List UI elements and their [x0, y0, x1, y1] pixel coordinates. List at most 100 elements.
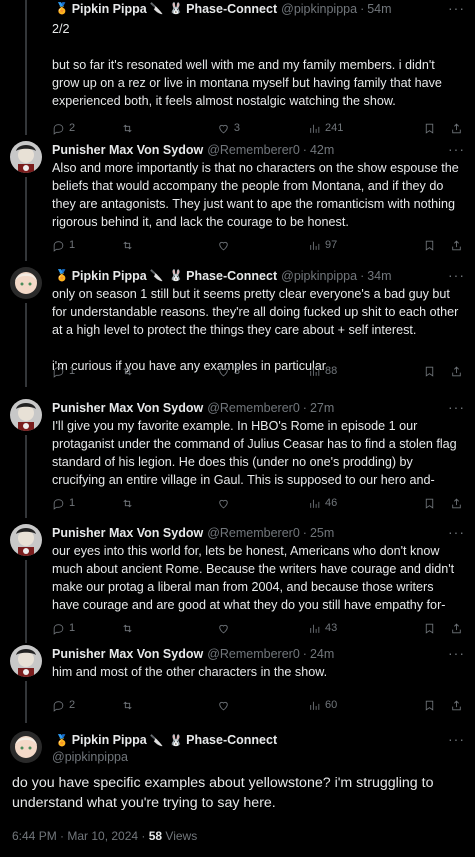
bookmark-icon — [425, 623, 434, 634]
bookmark-button[interactable] — [423, 365, 436, 378]
tweet[interactable]: Punisher Max Von Sydow @Rememberer0 · 25… — [0, 518, 475, 643]
avatar[interactable] — [10, 141, 42, 173]
timestamp[interactable]: 34m — [367, 267, 391, 285]
like-button[interactable] — [217, 497, 308, 510]
timestamp[interactable]: 27m — [310, 399, 334, 417]
tweet[interactable]: Punisher Max Von Sydow @Rememberer0 · 27… — [0, 387, 475, 518]
tweet[interactable]: Punisher Max Von Sydow @Rememberer0 · 24… — [0, 643, 475, 723]
share-button[interactable] — [450, 622, 463, 635]
timestamp[interactable]: 6:44 PM · Mar 10, 2024 · — [12, 829, 149, 843]
more-icon[interactable]: ··· — [448, 731, 465, 747]
author-name[interactable]: Pipkin Pippa — [72, 0, 147, 18]
author-handle[interactable]: @pipkinpippa — [281, 0, 357, 18]
reply-button[interactable]: 1 — [52, 497, 121, 510]
thread-line — [25, 681, 27, 723]
share-button[interactable] — [450, 497, 463, 510]
views-label: Views — [162, 829, 198, 843]
more-icon[interactable]: ··· — [448, 141, 465, 157]
avatar[interactable] — [10, 645, 42, 677]
author-name[interactable]: Punisher Max Von Sydow — [52, 141, 203, 159]
repost-icon — [123, 701, 132, 709]
views-button[interactable]: 88 — [308, 365, 423, 378]
like-button[interactable]: 3 — [217, 122, 308, 135]
avatar[interactable] — [10, 731, 42, 763]
author-name[interactable]: Punisher Max Von Sydow — [52, 524, 203, 542]
author-name[interactable]: Pipkin Pippa — [72, 267, 147, 285]
share-button[interactable] — [450, 239, 463, 252]
share-icon — [452, 366, 461, 376]
views-button[interactable]: 43 — [308, 622, 423, 635]
bookmark-button[interactable] — [423, 497, 436, 510]
author-name[interactable]: Punisher Max Von Sydow — [52, 399, 203, 417]
bookmark-button[interactable] — [423, 699, 436, 712]
badge-medal-icon: 🏅 — [55, 270, 69, 282]
timestamp[interactable]: 54m — [367, 0, 391, 18]
author-handle[interactable]: @pipkinpippa — [281, 267, 357, 285]
timestamp[interactable]: 25m — [310, 524, 334, 542]
repost-button[interactable] — [121, 365, 217, 378]
more-icon[interactable]: ··· — [448, 524, 465, 540]
bookmark-button[interactable] — [423, 239, 436, 252]
tweet[interactable]: Punisher Max Von Sydow @Rememberer0 · 42… — [0, 135, 475, 261]
author-org: Phase-Connect — [186, 733, 278, 747]
author-handle[interactable]: @Rememberer0 — [207, 645, 300, 663]
bookmark-icon — [425, 123, 434, 134]
reply-button[interactable]: 2 — [52, 122, 121, 135]
reply-button[interactable]: 2 — [52, 699, 121, 712]
like-icon — [219, 367, 228, 376]
more-icon[interactable]: ··· — [448, 645, 465, 661]
like-button[interactable] — [217, 239, 308, 252]
views-button[interactable]: 241 — [308, 122, 423, 135]
like-button[interactable] — [217, 622, 308, 635]
share-icon — [452, 700, 461, 710]
views-count: 241 — [324, 122, 344, 134]
author-handle[interactable]: @Rememberer0 — [207, 399, 300, 417]
repost-button[interactable] — [121, 622, 217, 635]
share-button[interactable] — [450, 365, 463, 378]
repost-button[interactable] — [121, 122, 217, 135]
more-icon[interactable]: ··· — [448, 0, 465, 16]
tweet-meta: 6:44 PM · Mar 10, 2024 · 58 Views — [0, 829, 475, 843]
timestamp[interactable]: 42m — [310, 141, 334, 159]
repost-icon — [123, 499, 132, 507]
author-name[interactable]: Pipkin Pippa — [72, 733, 147, 747]
more-icon[interactable]: ··· — [448, 267, 465, 283]
tweet-header: Punisher Max Von Sydow @Rememberer0 · 27… — [52, 399, 463, 417]
tweet[interactable]: 🏅 Pipkin Pippa 🔪 🐰 Phase-Connect @pipkin… — [0, 261, 475, 387]
tweet-header: Punisher Max Von Sydow @Rememberer0 · 42… — [52, 141, 463, 159]
share-button[interactable] — [450, 122, 463, 135]
author-handle[interactable]: @pipkinpippa — [52, 749, 475, 765]
action-bar: 1 97 — [52, 235, 463, 255]
author-handle[interactable]: @Rememberer0 — [207, 141, 300, 159]
bookmark-button[interactable] — [423, 622, 436, 635]
like-button[interactable]: 3 — [217, 365, 308, 378]
share-icon — [452, 123, 461, 133]
repost-button[interactable] — [121, 497, 217, 510]
separator-dot: · — [360, 2, 365, 16]
views-button[interactable]: 46 — [308, 497, 423, 510]
views-count: 60 — [324, 699, 338, 711]
author-handle[interactable]: @Rememberer0 — [207, 524, 300, 542]
timestamp[interactable]: 24m — [310, 645, 334, 663]
share-button[interactable] — [450, 699, 463, 712]
like-button[interactable] — [217, 699, 308, 712]
reply-button[interactable]: 1 — [52, 622, 121, 635]
tweet-header: 🏅 Pipkin Pippa 🔪 🐰 Phase-Connect @pipkin… — [52, 0, 463, 18]
reply-button[interactable]: 1 — [52, 365, 121, 378]
repost-button[interactable] — [121, 699, 217, 712]
avatar[interactable] — [10, 399, 42, 431]
views-button[interactable]: 97 — [308, 239, 423, 252]
badge-bunny-icon: 🐰 — [169, 3, 184, 15]
more-icon[interactable]: ··· — [448, 399, 465, 415]
views-button[interactable]: 60 — [308, 699, 423, 712]
separator-dot: · — [302, 401, 307, 415]
avatar[interactable] — [10, 267, 42, 299]
like-count: 3 — [233, 122, 240, 134]
bookmark-button[interactable] — [423, 122, 436, 135]
like-icon — [219, 624, 228, 633]
repost-button[interactable] — [121, 239, 217, 252]
reply-button[interactable]: 1 — [52, 239, 121, 252]
tweet[interactable]: 🏅 Pipkin Pippa 🔪 🐰 Phase-Connect @pipkin… — [0, 0, 475, 135]
author-name[interactable]: Punisher Max Von Sydow — [52, 645, 203, 663]
avatar[interactable] — [10, 524, 42, 556]
